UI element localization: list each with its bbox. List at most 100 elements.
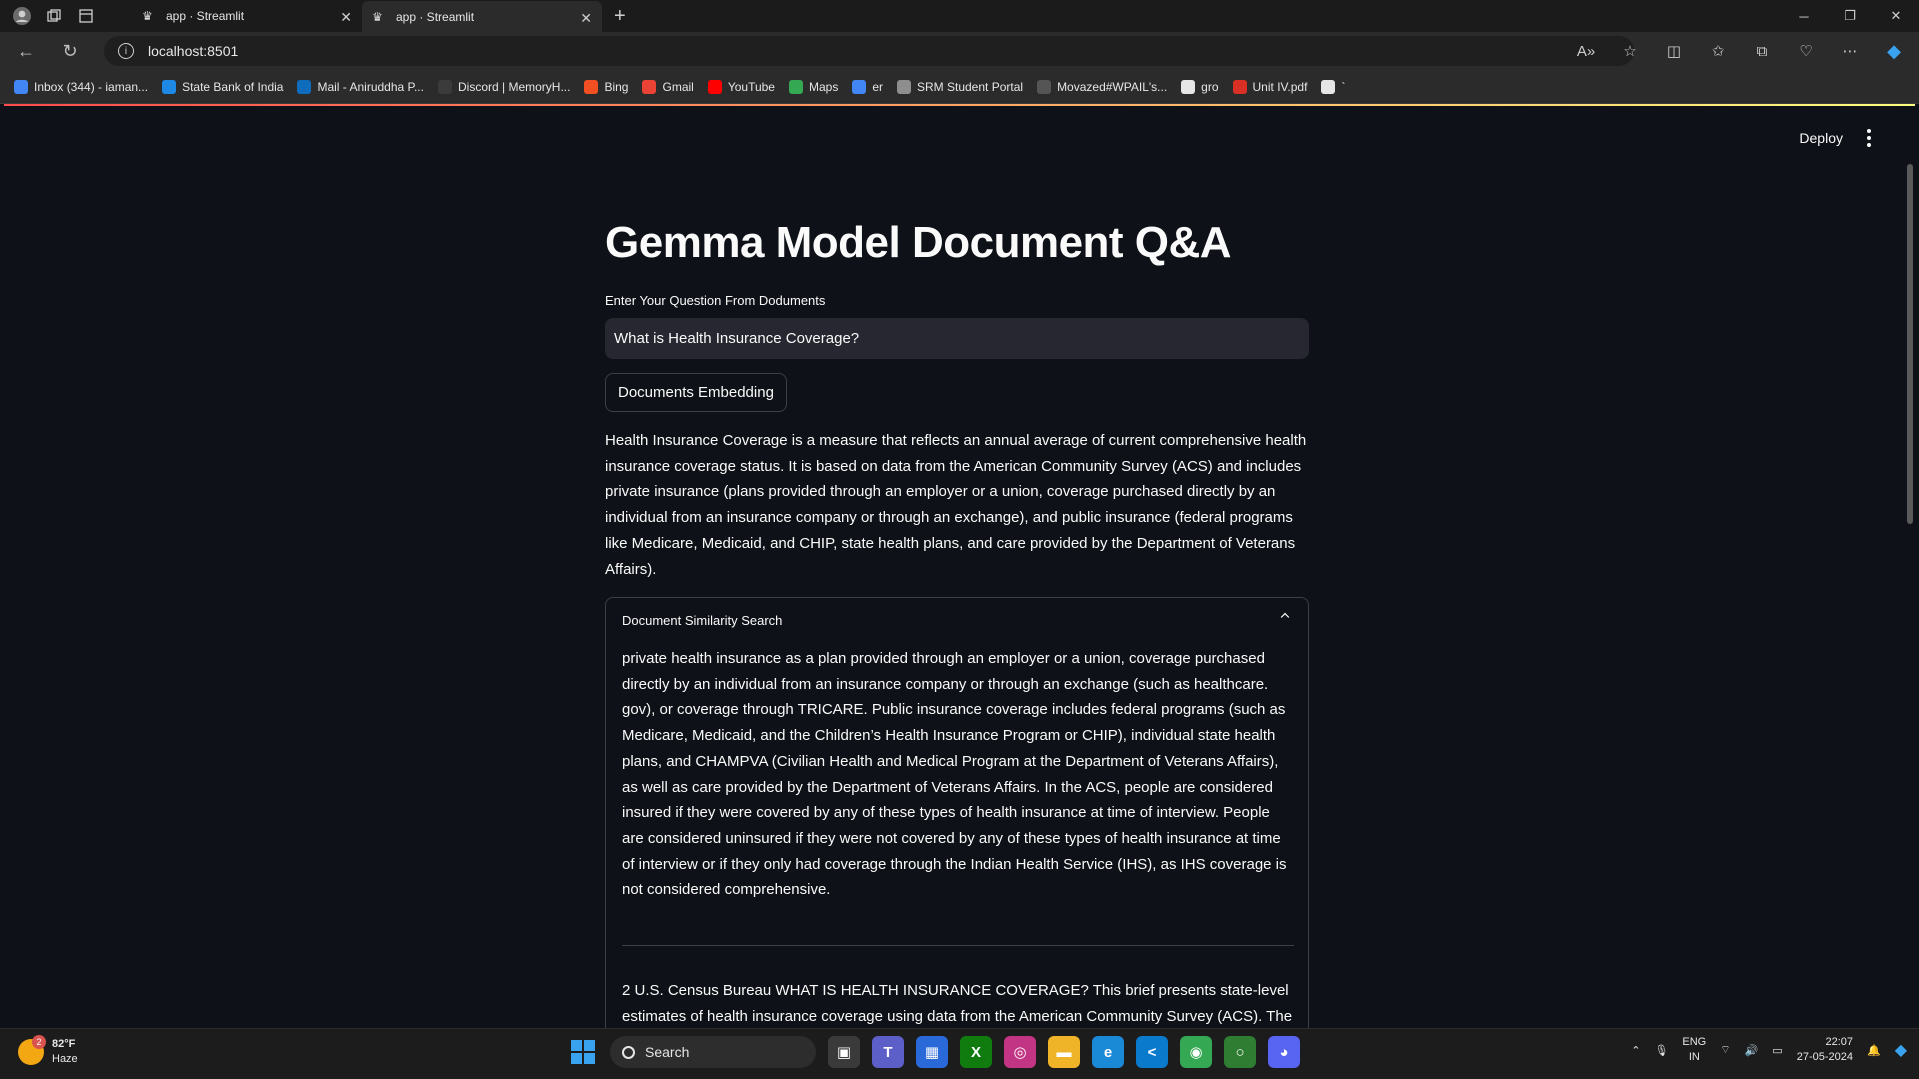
bookmark-item[interactable]: SRM Student Portal	[897, 79, 1024, 94]
search-label: Search	[645, 1044, 690, 1060]
favorites-icon[interactable]: ✩	[1703, 36, 1733, 66]
google-icon	[14, 79, 28, 94]
store-icon[interactable]: ▦	[916, 1036, 948, 1068]
chrome-icon[interactable]: ◉	[1180, 1036, 1212, 1068]
weather-sun-icon: 2	[18, 1035, 46, 1065]
youtube-icon	[707, 79, 722, 94]
restore-icon[interactable]: ❐	[1827, 0, 1873, 32]
start-icon[interactable]	[568, 1037, 598, 1067]
edge-icon[interactable]: e	[1092, 1036, 1124, 1068]
taskbar: 2 82°F Haze Search ▣ T ▦ X ◎ ▬ e < ◉ ○ ◕ ⌃ 🎙 ENG I…	[0, 1028, 1919, 1079]
search-icon	[622, 1045, 635, 1059]
battery-icon[interactable]: ▭	[1772, 1044, 1782, 1057]
language-indicator[interactable]: ENG IN	[1682, 1035, 1706, 1065]
chevron-up-icon[interactable]: ⌃	[1631, 1044, 1640, 1057]
instagram-icon[interactable]: ◎	[1004, 1036, 1036, 1068]
file-explorer-icon[interactable]: ▬	[1048, 1036, 1080, 1068]
bookmark-label: Mail - Aniruddha P...	[317, 79, 424, 94]
back-icon[interactable]: ←	[8, 36, 44, 66]
bookmark-label: gro	[1201, 79, 1219, 94]
google-icon	[852, 79, 867, 94]
clock[interactable]: 22:07 27-05-2024	[1797, 1035, 1853, 1065]
address-bar-row: ← ↻ i localhost:8501 A» ☆ ◫ ✩ ⧉ ♡ ⋯ ◆	[0, 32, 1919, 70]
notifications-icon[interactable]: 🔔	[1867, 1044, 1881, 1057]
split-screen-icon[interactable]: ◫	[1659, 36, 1689, 66]
bookmark-item[interactable]: Discord | MemoryH...	[437, 79, 571, 94]
taskbar-search[interactable]: Search	[610, 1036, 816, 1068]
browser-tab-bar: ♛ app · Streamlit ✕ ♛ app · Streamlit ✕ …	[0, 0, 1919, 33]
vscode-icon[interactable]: <	[1136, 1036, 1168, 1068]
minimize-icon[interactable]: ─	[1781, 0, 1827, 32]
wifi-icon[interactable]: ⌔	[1720, 1043, 1730, 1057]
time-text: 22:07	[1825, 1036, 1853, 1048]
url-field[interactable]: i localhost:8501	[104, 36, 1634, 66]
bookmark-item[interactable]: State Bank of India	[162, 79, 283, 94]
ring-app-icon[interactable]: ○	[1224, 1036, 1256, 1068]
site-info-icon[interactable]: i	[118, 43, 134, 59]
sbi-icon	[162, 79, 177, 94]
refresh-icon[interactable]: ↻	[52, 36, 88, 66]
bookmarks-bar: Inbox (344) - iaman... State Bank of Indi…	[0, 70, 1919, 104]
close-window-icon[interactable]: ✕	[1873, 0, 1919, 32]
temperature-text: 82°F	[52, 1038, 76, 1050]
tab-label: app · Streamlit	[166, 9, 245, 23]
documents-embedding-button[interactable]: Documents Embedding	[605, 373, 787, 412]
bookmark-item[interactable]: Movazed#WPAIL's...	[1037, 79, 1167, 94]
github-icon	[1181, 79, 1196, 94]
bookmark-item[interactable]: er	[852, 79, 883, 94]
copilot-icon[interactable]: ◆	[1879, 36, 1909, 66]
vertical-tabs-icon[interactable]	[76, 6, 96, 26]
browser-essentials-icon[interactable]: ♡	[1791, 36, 1821, 66]
question-label: Enter Your Question From Doduments	[605, 293, 826, 308]
discord-icon[interactable]: ◕	[1268, 1036, 1300, 1068]
volume-icon[interactable]: 🔊	[1745, 1044, 1759, 1057]
browser-toolbar: A» ☆ ◫ ✩ ⧉ ♡ ⋯ ◆	[1571, 36, 1909, 66]
bookmark-label: er	[872, 79, 883, 94]
outlook-icon	[297, 79, 312, 94]
expander-header[interactable]: Document Similarity Search	[606, 598, 1308, 642]
favorite-star-icon[interactable]: ☆	[1615, 36, 1645, 66]
bookmark-item[interactable]: Inbox (344) - iaman...	[14, 79, 148, 94]
bookmark-item[interactable]: YouTube	[707, 79, 775, 94]
close-icon[interactable]: ✕	[580, 10, 592, 27]
page-title: Gemma Model Document Q&A	[605, 218, 1232, 267]
divider	[622, 945, 1294, 946]
xbox-icon[interactable]: X	[960, 1036, 992, 1068]
bookmark-label: SRM Student Portal	[917, 79, 1024, 94]
bookmark-item[interactable]: Bing	[584, 79, 628, 94]
main-menu-icon[interactable]	[1859, 126, 1879, 150]
weather-widget[interactable]: 2 82°F Haze	[18, 1035, 78, 1067]
bookmark-label: Unit IV.pdf	[1252, 79, 1308, 94]
task-view-icon[interactable]: ▣	[828, 1036, 860, 1068]
similar-document-text: private health insurance as a plan provi…	[622, 650, 1287, 899]
bookmark-item[interactable]: Unit IV.pdf	[1232, 79, 1308, 94]
copilot-icon[interactable]: ◆	[1895, 1040, 1907, 1060]
bookmark-item[interactable]: Gmail	[642, 79, 694, 94]
page-scrollbar[interactable]	[1907, 164, 1913, 524]
bookmark-item[interactable]: Maps	[788, 79, 838, 94]
question-input[interactable]	[605, 318, 1309, 359]
collections-icon[interactable]: ⧉	[1747, 36, 1777, 66]
movie-icon	[1037, 79, 1052, 94]
expander-title: Document Similarity Search	[622, 612, 783, 628]
similar-document-text: 2 U.S. Census Bureau WHAT IS HEALTH INSU…	[622, 982, 1293, 1025]
tab-app-streamlit-2[interactable]: ♛ app · Streamlit ✕	[362, 1, 602, 33]
github-icon	[1321, 79, 1336, 94]
bookmark-item[interactable]: Mail - Aniruddha P...	[297, 79, 424, 94]
chevron-up-icon[interactable]	[1280, 612, 1290, 622]
tab-app-streamlit-1[interactable]: ♛ app · Streamlit ✕	[132, 0, 362, 32]
read-aloud-icon[interactable]: A»	[1571, 36, 1601, 66]
deploy-button[interactable]: Deploy	[1799, 130, 1843, 146]
microphone-icon[interactable]: 🎙	[1654, 1044, 1668, 1057]
profile-icon[interactable]	[12, 6, 32, 26]
bookmark-item[interactable]: `	[1321, 79, 1345, 94]
new-tab-icon[interactable]: +	[614, 5, 626, 28]
bookmark-item[interactable]: gro	[1181, 79, 1219, 94]
gmail-icon	[642, 79, 657, 94]
close-icon[interactable]: ✕	[340, 9, 352, 26]
bookmark-label: Discord | MemoryH...	[457, 79, 571, 94]
more-options-icon[interactable]: ⋯	[1835, 36, 1865, 66]
teams-icon[interactable]: T	[872, 1036, 904, 1068]
workspaces-icon[interactable]	[44, 6, 64, 26]
streamlit-icon: ♛	[372, 10, 383, 24]
